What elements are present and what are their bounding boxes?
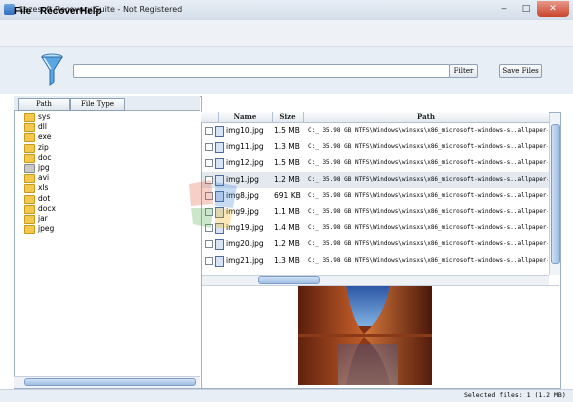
tree-item-label: sys	[38, 112, 51, 121]
table-row[interactable]: img8.jpg 691 KB C:_ 35.98 GB NTFS\Windows\…	[202, 188, 550, 204]
filter-input[interactable]	[73, 64, 450, 78]
header-divider	[218, 112, 219, 122]
tree-item-label: dll	[38, 122, 47, 132]
folder-icon	[24, 153, 35, 163]
column-header-name[interactable]: Name	[218, 112, 272, 122]
file-path: C:_ 35.98 GB NTFS\Windows\winsxs\x86_mic…	[308, 224, 548, 232]
table-row[interactable]: img9.jpg 1.1 MB C:_ 35.98 GB NTFS\Windows\…	[202, 204, 550, 220]
menu-recover[interactable]: Recover	[40, 6, 79, 17]
folder-icon	[24, 194, 35, 204]
row-checkbox[interactable]	[205, 240, 213, 249]
close-button[interactable]: ✕	[537, 1, 569, 17]
row-checkbox[interactable]	[205, 143, 213, 152]
file-path: C:_ 35.98 GB NTFS\Windows\winsxs\x86_mic…	[308, 175, 548, 183]
file-name: img21.jpg	[226, 255, 264, 265]
folder-icon	[24, 123, 35, 133]
tree-item-label: jar	[38, 214, 48, 223]
table-row[interactable]: img1.jpg 1.2 MB C:_ 35.98 GB NTFS\Windows\…	[202, 171, 550, 188]
watermark-icon	[189, 180, 237, 228]
tab-file-type[interactable]: File Type	[70, 98, 125, 111]
row-checkbox[interactable]	[205, 127, 213, 135]
file-name: img22.jpg	[226, 269, 264, 272]
file-name: img11.jpg	[226, 142, 264, 152]
table-row[interactable]: img21.jpg 1.3 MB C:_ 35.98 GB NTFS\Windows…	[202, 253, 550, 269]
tree-item-label: xls	[38, 183, 49, 193]
folder-icon	[24, 174, 35, 184]
folder-icon	[24, 215, 35, 224]
file-size: 1.2 MB	[274, 174, 300, 184]
file-size: 691 KB	[274, 190, 301, 200]
header-divider	[303, 112, 304, 122]
file-size: 1.7 MB	[274, 269, 300, 272]
file-icon	[215, 158, 224, 170]
folder-icon	[24, 204, 35, 214]
maximize-button[interactable]: □	[515, 1, 537, 17]
folder-icon	[24, 113, 35, 122]
folder-icon	[24, 133, 35, 143]
bottom-strip	[0, 402, 573, 410]
column-header-size[interactable]: Size	[272, 112, 303, 122]
tree-item-label: exe	[38, 132, 52, 142]
file-path: C:_ 35.98 GB NTFS\Windows\winsxs\x86_mic…	[308, 256, 548, 264]
file-icon	[215, 142, 224, 154]
file-size: 1.2 MB	[274, 239, 300, 249]
folder-icon	[24, 225, 35, 235]
file-path: C:_ 35.98 GB NTFS\Windows\winsxs\x86_mic…	[308, 127, 548, 134]
file-name: img12.jpg	[226, 158, 264, 168]
file-icon	[215, 239, 224, 251]
save-files-button[interactable]: Save Files	[499, 64, 542, 78]
tree-item-label: dot	[38, 193, 51, 203]
folder-icon	[24, 143, 35, 153]
file-size: 1.1 MB	[274, 207, 300, 216]
file-name: img20.jpg	[226, 239, 264, 249]
file-icon	[215, 255, 224, 267]
file-path: C:_ 35.98 GB NTFS\Windows\winsxs\x86_mic…	[308, 143, 548, 151]
header-divider	[272, 112, 273, 122]
row-checkbox[interactable]	[205, 256, 213, 265]
filter-button[interactable]: Filter	[449, 64, 478, 78]
table-row[interactable]: img11.jpg 1.3 MB C:_ 35.98 GB NTFS\Windows…	[202, 139, 550, 155]
file-name: img10.jpg	[226, 126, 264, 135]
row-checkbox[interactable]	[205, 159, 213, 168]
file-size: 1.5 MB	[274, 158, 300, 168]
tab-path[interactable]: Path	[18, 98, 70, 111]
table-row[interactable]: img19.jpg 1.4 MB C:_ 35.98 GB NTFS\Windows…	[202, 220, 550, 236]
tree-item-label: jpg	[38, 163, 50, 172]
grid-vertical-thumb[interactable]	[551, 124, 560, 264]
preview-image	[298, 286, 432, 385]
file-path: C:_ 35.98 GB NTFS\Windows\winsxs\x86_mic…	[308, 159, 548, 167]
tree-item-label: zip	[38, 142, 49, 152]
tree-item-label: avi	[38, 173, 50, 183]
menu-file[interactable]: File	[14, 6, 31, 17]
file-path: C:_ 35.98 GB NTFS\Windows\winsxs\x86_mic…	[308, 240, 548, 248]
grid-horizontal-scrollbar[interactable]	[202, 275, 549, 285]
minimize-button[interactable]: ‒	[493, 1, 515, 17]
menu-bar	[0, 20, 573, 47]
table-row[interactable]: img12.jpg 1.5 MB C:_ 35.98 GB NTFS\Windows…	[202, 155, 550, 171]
tree-scroll-thumb[interactable]	[24, 378, 196, 386]
funnel-icon	[41, 53, 63, 86]
table-row[interactable]: img22.jpg 1.7 MB C:_ 35.98 GB NTFS\Windows…	[202, 269, 550, 272]
file-size: 1.4 MB	[274, 223, 300, 233]
grid-horizontal-thumb[interactable]	[258, 276, 320, 284]
tree-item-label: docx	[38, 203, 56, 213]
table-row[interactable]: img10.jpg 1.5 MB C:_ 35.98 GB NTFS\Windows…	[202, 123, 550, 139]
file-icon	[215, 126, 224, 137]
file-size: 1.3 MB	[274, 255, 300, 265]
menu-help[interactable]: Help	[80, 6, 102, 17]
folder-icon	[24, 184, 35, 194]
folder-icon	[24, 164, 35, 173]
column-header-path[interactable]: Path	[303, 112, 549, 122]
tree-item-label: jpeg	[38, 224, 55, 234]
table-row[interactable]: img20.jpg 1.2 MB C:_ 35.98 GB NTFS\Windows…	[202, 236, 550, 252]
file-path: C:_ 35.98 GB NTFS\Windows\winsxs\x86_mic…	[308, 208, 548, 215]
file-path: C:_ 35.98 GB NTFS\Windows\winsxs\x86_mic…	[308, 269, 548, 272]
selected-files-status: Selected files: 1 (1.2 MB)	[464, 391, 566, 399]
tree-item-label: doc	[38, 152, 52, 162]
file-size: 1.5 MB	[274, 126, 300, 135]
file-size: 1.3 MB	[274, 142, 300, 152]
file-path: C:_ 35.98 GB NTFS\Windows\winsxs\x86_mic…	[308, 191, 548, 199]
